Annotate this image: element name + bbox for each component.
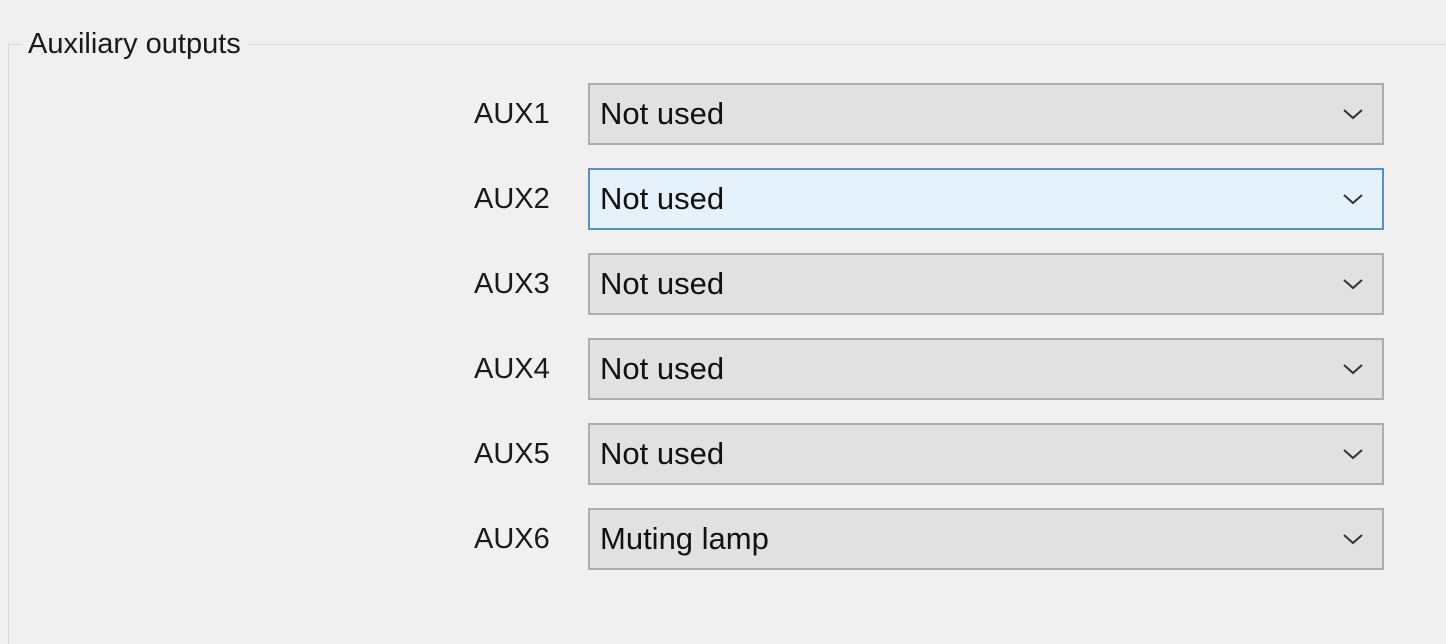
chevron-down-icon[interactable] bbox=[1324, 340, 1382, 398]
aux-row-5: AUX5 Not used bbox=[470, 423, 1386, 485]
aux2-dropdown[interactable]: Not used bbox=[588, 168, 1384, 230]
aux4-selected-value: Not used bbox=[600, 351, 725, 386]
chevron-down-icon[interactable] bbox=[1324, 510, 1382, 568]
aux-output-list: AUX1 Not used AUX2 Not used AUX3 Not use… bbox=[0, 0, 1446, 591]
settings-panel: Auxiliary outputs AUX1 Not used AUX2 Not… bbox=[0, 0, 1446, 644]
aux6-dropdown[interactable]: Muting lamp bbox=[588, 508, 1384, 570]
aux3-dropdown[interactable]: Not used bbox=[588, 253, 1384, 315]
chevron-down-icon[interactable] bbox=[1324, 85, 1382, 143]
aux-row-6: AUX6 Muting lamp bbox=[470, 508, 1386, 570]
aux-row-3: AUX3 Not used bbox=[470, 253, 1386, 315]
aux4-dropdown[interactable]: Not used bbox=[588, 338, 1384, 400]
aux1-dropdown[interactable]: Not used bbox=[588, 83, 1384, 145]
aux3-label: AUX3 bbox=[474, 268, 550, 300]
aux5-label: AUX5 bbox=[474, 438, 550, 470]
aux-row-2: AUX2 Not used bbox=[470, 168, 1386, 230]
aux5-dropdown[interactable]: Not used bbox=[588, 423, 1384, 485]
aux-row-4: AUX4 Not used bbox=[470, 338, 1386, 400]
chevron-down-icon[interactable] bbox=[1324, 170, 1382, 228]
aux2-selected-value: Not used bbox=[600, 181, 725, 216]
aux5-selected-value: Not used bbox=[600, 436, 725, 471]
aux-row-1: AUX1 Not used bbox=[470, 83, 1386, 145]
aux2-label: AUX2 bbox=[474, 183, 550, 215]
chevron-down-icon[interactable] bbox=[1324, 255, 1382, 313]
aux1-selected-value: Not used bbox=[600, 96, 725, 131]
aux4-label: AUX4 bbox=[474, 353, 550, 385]
aux6-label: AUX6 bbox=[474, 523, 550, 555]
aux1-label: AUX1 bbox=[474, 98, 550, 130]
aux3-selected-value: Not used bbox=[600, 266, 725, 301]
aux6-selected-value: Muting lamp bbox=[600, 521, 769, 556]
chevron-down-icon[interactable] bbox=[1324, 425, 1382, 483]
